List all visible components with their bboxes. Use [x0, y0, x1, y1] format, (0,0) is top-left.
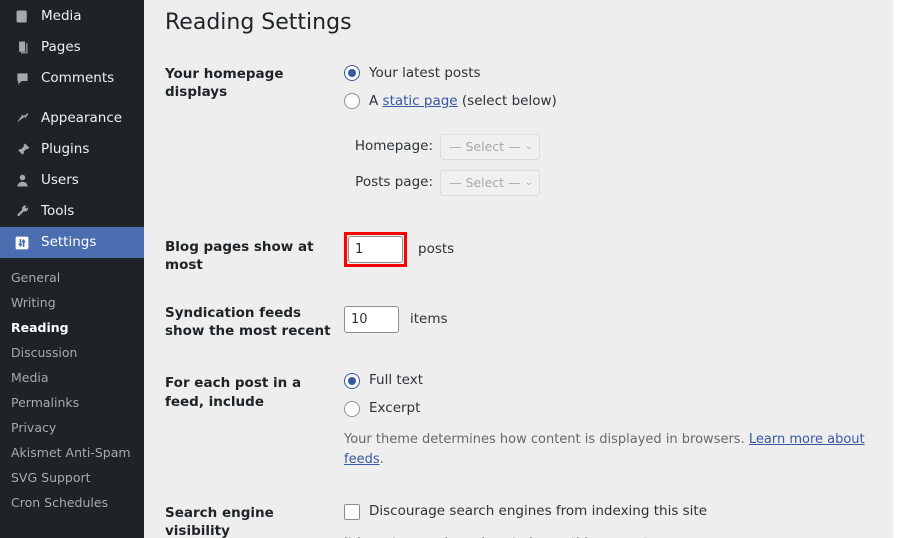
row-feed-include: For each post in a feed, include Full te…	[144, 354, 893, 482]
posts-page-select[interactable]: — Select — ⌄	[440, 170, 540, 196]
sidebar-item-label: Comments	[41, 72, 114, 86]
radio-option-latest-posts[interactable]: Your latest posts	[344, 64, 883, 83]
radio-excerpt[interactable]	[344, 401, 360, 417]
sidebar-item-comments[interactable]: Comments	[0, 63, 144, 94]
sidebar-item-appearance[interactable]: Appearance	[0, 103, 144, 134]
media-icon	[11, 7, 33, 27]
submenu-item-general[interactable]: General	[0, 265, 144, 290]
sidebar-item-label: Plugins	[41, 143, 89, 157]
settings-icon	[11, 233, 33, 253]
label-blog-pages: Blog pages show at most	[144, 218, 344, 288]
syndication-input[interactable]	[344, 306, 399, 333]
right-edge-strip	[893, 0, 899, 538]
checkbox-option-discourage[interactable]: Discourage search engines from indexing …	[344, 502, 883, 521]
submenu-item-permalinks[interactable]: Permalinks	[0, 390, 144, 415]
label-search-visibility: Search engine visibility	[144, 482, 344, 538]
chevron-down-icon: ⌄	[525, 142, 533, 152]
sidebar-divider	[0, 94, 144, 103]
cell-homepage-displays: Your latest posts A static page (select …	[344, 51, 893, 218]
cell-feed-include: Full text Excerpt Your theme determines …	[344, 354, 893, 482]
radio-static-page[interactable]	[344, 93, 360, 109]
row-search-visibility: Search engine visibility Discourage sear…	[144, 482, 893, 538]
sidebar-item-media[interactable]: Media	[0, 1, 144, 32]
sidebar-item-users[interactable]: Users	[0, 165, 144, 196]
submenu-item-media[interactable]: Media	[0, 365, 144, 390]
submenu-item-svg-support[interactable]: SVG Support	[0, 465, 144, 490]
highlight-annotation-box	[344, 232, 407, 267]
static-suffix: (select below)	[458, 93, 557, 109]
radio-latest-posts[interactable]	[344, 65, 360, 81]
feed-desc-prefix: Your theme determines how content is dis…	[344, 432, 749, 447]
radio-full-text-label: Full text	[369, 371, 423, 390]
posts-page-select-label: Posts page:	[351, 173, 433, 192]
submenu-item-cron-schedules[interactable]: Cron Schedules	[0, 490, 144, 515]
sidebar-item-label: Users	[41, 174, 79, 188]
posts-page-select-row: Posts page: — Select — ⌄	[344, 170, 883, 196]
pages-icon	[11, 38, 33, 58]
cell-syndication: items	[344, 288, 893, 354]
radio-full-text[interactable]	[344, 373, 360, 389]
radio-excerpt-label: Excerpt	[369, 399, 420, 418]
plugins-icon	[11, 140, 33, 160]
sidebar-main-group: Appearance Plugins Users Tools	[0, 103, 144, 258]
submenu-item-akismet-anti-spam[interactable]: Akismet Anti-Spam	[0, 440, 144, 465]
feed-include-description: Your theme determines how content is dis…	[344, 430, 883, 469]
sidebar-item-label: Settings	[41, 236, 96, 250]
sidebar-item-label: Media	[41, 10, 82, 24]
row-homepage-displays: Your homepage displays Your latest posts…	[144, 51, 893, 218]
search-visibility-note: It is up to search engines to honor this…	[344, 534, 883, 538]
radio-option-excerpt[interactable]: Excerpt	[344, 399, 883, 418]
static-page-link[interactable]: static page	[383, 93, 458, 109]
reading-settings-form: Your homepage displays Your latest posts…	[144, 51, 893, 538]
radio-latest-posts-label: Your latest posts	[369, 64, 481, 83]
radio-option-full-text[interactable]: Full text	[344, 371, 883, 390]
admin-sidebar: Posts Media Pages Comments	[0, 0, 144, 538]
cell-search-visibility: Discourage search engines from indexing …	[344, 482, 893, 538]
settings-content: Reading Settings Your homepage displays …	[144, 0, 893, 538]
discourage-search-engines-checkbox[interactable]	[344, 504, 360, 520]
static-prefix: A	[369, 93, 383, 109]
sidebar-item-label: Appearance	[41, 112, 122, 126]
label-feed-include: For each post in a feed, include	[144, 354, 344, 482]
cell-blog-pages: posts	[344, 218, 893, 288]
sidebar-item-label: Pages	[41, 41, 81, 55]
sidebar-item-label: Tools	[41, 205, 74, 219]
row-syndication: Syndication feeds show the most recent i…	[144, 288, 893, 354]
submenu-item-reading[interactable]: Reading	[0, 315, 144, 340]
feed-desc-suffix: .	[380, 452, 384, 467]
blog-pages-unit: posts	[418, 240, 454, 259]
appearance-icon	[11, 109, 33, 129]
submenu-item-writing[interactable]: Writing	[0, 290, 144, 315]
sidebar-top-group: Posts Media Pages Comments	[0, 0, 144, 94]
submenu-item-discussion[interactable]: Discussion	[0, 340, 144, 365]
radio-static-page-label: A static page (select below)	[369, 92, 557, 111]
posts-page-select-value: — Select —	[449, 174, 521, 192]
row-blog-pages: Blog pages show at most posts	[144, 218, 893, 288]
sidebar-item-tools[interactable]: Tools	[0, 196, 144, 227]
settings-submenu: General Writing Reading Discussion Media…	[0, 258, 144, 515]
homepage-select-value: — Select —	[449, 138, 521, 156]
sidebar-item-pages[interactable]: Pages	[0, 32, 144, 63]
page-title: Reading Settings	[144, 0, 893, 39]
chevron-down-icon: ⌄	[525, 178, 533, 188]
sidebar-item-settings[interactable]: Settings	[0, 227, 144, 258]
homepage-select-row: Homepage: — Select — ⌄	[344, 134, 883, 160]
discourage-search-engines-label: Discourage search engines from indexing …	[369, 502, 707, 521]
radio-option-static-page[interactable]: A static page (select below)	[344, 92, 883, 111]
wordpress-admin-screen: Posts Media Pages Comments	[0, 0, 899, 538]
label-syndication: Syndication feeds show the most recent	[144, 288, 344, 354]
label-homepage-displays: Your homepage displays	[144, 51, 344, 218]
sidebar-item-plugins[interactable]: Plugins	[0, 134, 144, 165]
syndication-unit: items	[410, 310, 448, 329]
submenu-item-privacy[interactable]: Privacy	[0, 415, 144, 440]
users-icon	[11, 171, 33, 191]
comments-icon	[11, 69, 33, 89]
tools-icon	[11, 202, 33, 222]
homepage-select[interactable]: — Select — ⌄	[440, 134, 540, 160]
homepage-select-label: Homepage:	[351, 137, 433, 156]
blog-pages-input[interactable]	[348, 236, 403, 263]
